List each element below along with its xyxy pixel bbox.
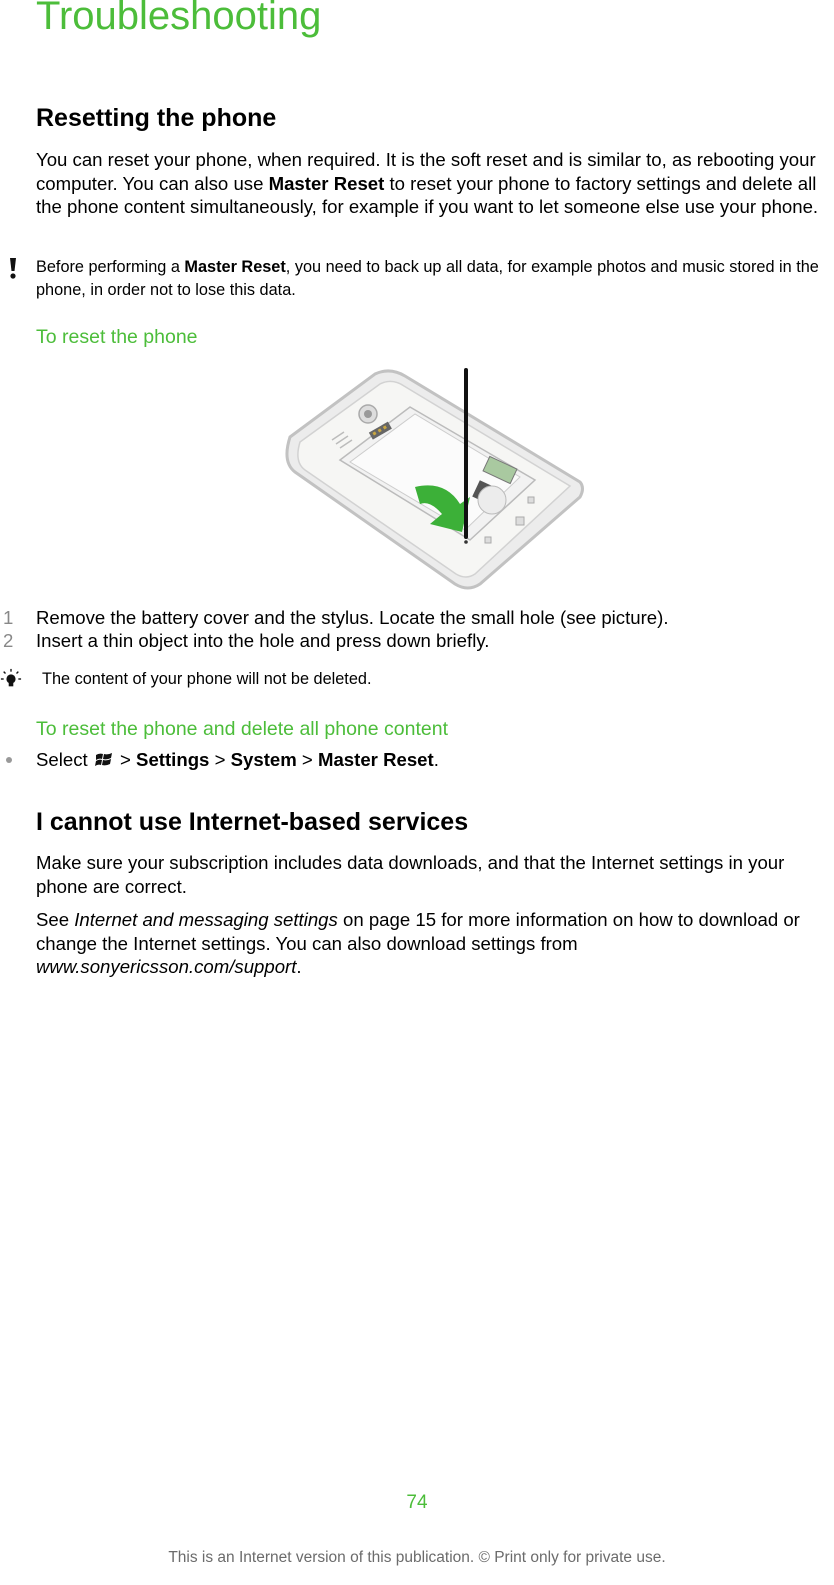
- separator: >: [296, 749, 318, 770]
- tip-text: The content of your phone will not be de…: [42, 670, 372, 688]
- separator: >: [114, 749, 137, 770]
- footer-notice: This is an Internet version of this publ…: [168, 1549, 666, 1566]
- reset-hole: [464, 540, 468, 544]
- master-reset-step: Select > Settings > System > Master Rese…: [6, 748, 826, 771]
- internet-paragraph-2: See Internet and messaging settings on p…: [36, 908, 831, 979]
- master-reset-term: Master Reset: [268, 172, 385, 194]
- separator: >: [209, 749, 231, 770]
- procedure-heading-master-reset: To reset the phone and delete all phone …: [36, 718, 448, 740]
- page-title: Troubleshooting: [36, 0, 322, 38]
- phone-reset-illustration: [285, 368, 584, 590]
- warning-note: Before performing a Master Reset, you ne…: [10, 256, 831, 302]
- lightbulb-icon: [0, 668, 22, 687]
- reset-intro-paragraph: You can reset your phone, when required.…: [36, 148, 831, 219]
- step-number: 1: [3, 607, 14, 628]
- procedure-heading-reset: To reset the phone: [36, 326, 198, 348]
- exclamation-icon: [10, 258, 16, 279]
- step-2: 2 Insert a thin object into the hole and…: [3, 629, 826, 652]
- section-heading-internet: I cannot use Internet-based services: [36, 808, 469, 836]
- menu-path-settings: Settings: [136, 749, 210, 770]
- para2-suffix: .: [296, 956, 302, 977]
- warning-text-1: Before performing a: [36, 258, 185, 276]
- tip-note: The content of your phone will not be de…: [0, 668, 834, 691]
- menu-path-system: System: [230, 749, 297, 770]
- bullet: [6, 757, 12, 763]
- windows-start-icon: [94, 753, 112, 766]
- menu-path-master-reset: Master Reset: [317, 749, 434, 770]
- step-1: 1 Remove the battery cover and the stylu…: [3, 606, 826, 629]
- step-suffix: .: [433, 749, 439, 770]
- page-number: 74: [406, 1492, 428, 1513]
- support-url-link[interactable]: www.sonyericsson.com/support: [36, 956, 296, 977]
- select-prefix: Select: [36, 749, 93, 770]
- camera-lens: [358, 404, 378, 424]
- see-prefix: See: [36, 909, 75, 930]
- step-text: Insert a thin object into the hole and p…: [36, 630, 490, 651]
- internet-settings-link[interactable]: Internet and messaging settings: [74, 909, 338, 930]
- section-heading-resetting: Resetting the phone: [36, 104, 277, 132]
- step-number: 2: [3, 630, 14, 651]
- warning-master-reset-term: Master Reset: [184, 258, 286, 276]
- step-text: Remove the battery cover and the stylus.…: [36, 607, 669, 628]
- internet-paragraph-1: Make sure your subscription includes dat…: [36, 852, 785, 897]
